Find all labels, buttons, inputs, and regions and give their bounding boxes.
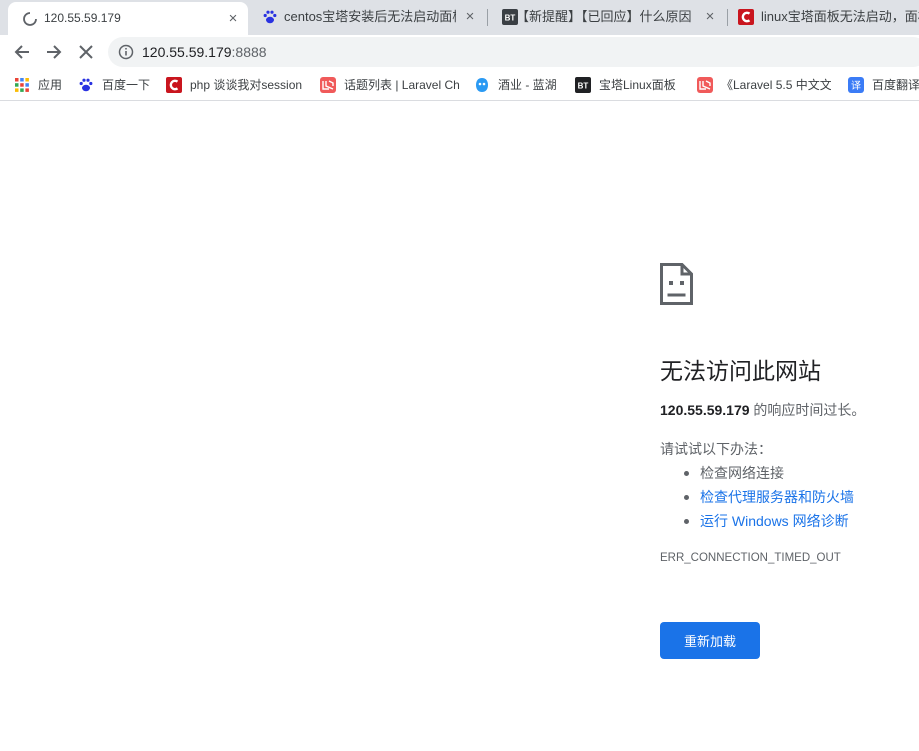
suggestion-check-proxy-link[interactable]: 检查代理服务器和防火墙 bbox=[660, 485, 854, 509]
address-bar[interactable]: 120.55.59.179:8888 bbox=[108, 37, 919, 67]
sad-page-icon bbox=[660, 263, 693, 305]
bookmark-apps[interactable]: 应用 bbox=[14, 76, 62, 93]
error-desc-suffix: 的响应时间过长。 bbox=[749, 402, 866, 418]
close-icon[interactable]: × bbox=[462, 9, 478, 25]
bookmark-bt-panel[interactable]: BT 宝塔Linux面板 bbox=[575, 76, 676, 93]
svg-text:BT: BT bbox=[505, 14, 516, 23]
tab-bt-forum[interactable]: BT 【新提醒】【已回应】什么原因 × bbox=[488, 0, 726, 35]
browser-toolbar: 120.55.59.179:8888 bbox=[0, 35, 919, 69]
bookmark-laravel-topics[interactable]: 话题列表 | Laravel Ch bbox=[320, 76, 460, 93]
baidu-paw-icon bbox=[262, 9, 278, 25]
baidu-translate-icon: 译 bbox=[848, 76, 864, 93]
bookmark-laravel-docs[interactable]: 《Laravel 5.5 中文文 bbox=[697, 76, 831, 93]
close-icon[interactable]: × bbox=[702, 9, 718, 25]
error-host: 120.55.59.179 bbox=[660, 402, 750, 418]
laravel-icon bbox=[320, 76, 336, 93]
tab-title: linux宝塔面板无法启动，面板 bbox=[761, 9, 919, 24]
tab-strip: 120.55.59.179 × centos宝塔安装后无法启动面板 × BT 【… bbox=[0, 0, 919, 35]
back-button[interactable] bbox=[10, 40, 34, 64]
svg-text:译: 译 bbox=[851, 80, 861, 92]
bookmark-php-session[interactable]: php 谈谈我对session bbox=[166, 76, 306, 93]
url-port: :8888 bbox=[231, 44, 267, 60]
bookmark-label: 酒业 - 蓝湖 bbox=[498, 78, 557, 92]
url-text[interactable]: 120.55.59.179:8888 bbox=[142, 37, 267, 67]
error-title: 无法访问此网站 bbox=[660, 358, 821, 384]
tab-csdn[interactable]: linux宝塔面板无法启动，面板 bbox=[728, 0, 919, 35]
forward-button[interactable] bbox=[42, 40, 66, 64]
tab-title: 120.55.59.179 bbox=[44, 11, 121, 25]
apps-grid-icon bbox=[14, 77, 30, 93]
bookmark-label: 百度翻译 bbox=[872, 78, 919, 92]
bookmark-lanhu[interactable]: 酒业 - 蓝湖 bbox=[474, 76, 557, 93]
info-icon[interactable] bbox=[118, 44, 134, 60]
suggestions-heading: 请试试以下办法： bbox=[660, 441, 772, 457]
error-description: 120.55.59.179 的响应时间过长。 bbox=[660, 400, 865, 420]
csdn-icon bbox=[738, 9, 754, 25]
laravel-icon bbox=[697, 76, 713, 93]
bookmark-label: 宝塔Linux面板 bbox=[599, 78, 676, 92]
bookmark-label: 百度一下 bbox=[102, 78, 151, 92]
suggestion-check-network: 检查网络连接 bbox=[660, 461, 854, 485]
bookmark-baidu-translate[interactable]: 译 百度翻译 bbox=[848, 76, 919, 93]
lanhu-icon bbox=[474, 77, 490, 93]
suggestion-run-diagnostics-link[interactable]: 运行 Windows 网络诊断 bbox=[660, 509, 854, 533]
reload-button[interactable]: 重新加载 bbox=[660, 622, 760, 659]
bookmark-label: 《Laravel 5.5 中文文 bbox=[721, 78, 831, 92]
stop-button[interactable] bbox=[74, 40, 98, 64]
csdn-icon bbox=[166, 76, 182, 93]
suggestions-list: 检查网络连接 检查代理服务器和防火墙 运行 Windows 网络诊断 bbox=[660, 461, 854, 533]
tab-baidu[interactable]: centos宝塔安装后无法启动面板 × bbox=[248, 0, 486, 35]
bookmark-label: 应用 bbox=[38, 78, 63, 92]
baidu-paw-icon bbox=[78, 77, 94, 93]
close-icon[interactable]: × bbox=[225, 11, 241, 27]
tab-title: 【新提醒】【已回应】什么原因 bbox=[516, 9, 692, 24]
tab-title: centos宝塔安装后无法启动面板 bbox=[284, 9, 456, 24]
bookmark-label: 话题列表 | Laravel Ch bbox=[344, 78, 460, 92]
arrow-right-icon bbox=[47, 45, 62, 59]
bookmark-label: php 谈谈我对session bbox=[190, 78, 303, 92]
close-icon bbox=[79, 45, 93, 59]
svg-text:BT: BT bbox=[578, 81, 589, 90]
bookmark-baidu[interactable]: 百度一下 bbox=[78, 76, 150, 93]
bookmarks-bar: 应用 百度一下 php 谈谈我对session 话题列表 | Laravel C… bbox=[0, 69, 919, 101]
arrow-left-icon bbox=[14, 45, 29, 59]
loading-spinner-icon bbox=[22, 11, 38, 27]
tab-active[interactable]: 120.55.59.179 × bbox=[8, 2, 248, 35]
url-host: 120.55.59.179 bbox=[142, 44, 232, 60]
error-code: ERR_CONNECTION_TIMED_OUT bbox=[660, 552, 841, 564]
bt-icon: BT bbox=[575, 76, 591, 93]
